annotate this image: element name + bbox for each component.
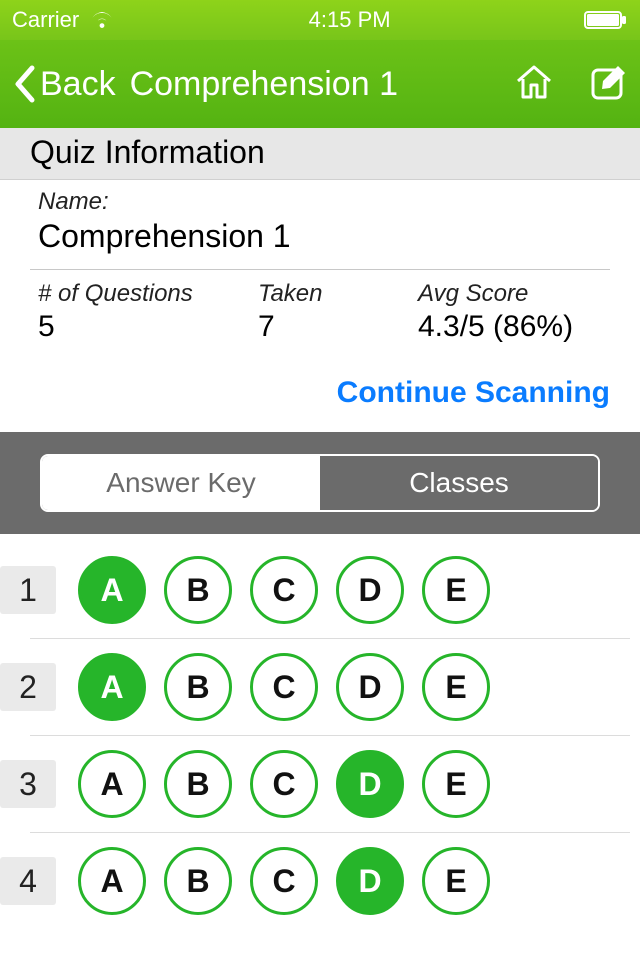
- compose-icon[interactable]: [590, 63, 628, 106]
- question-number: 4: [0, 857, 56, 905]
- answer-bubble-a[interactable]: A: [78, 750, 146, 818]
- section-header: Quiz Information: [0, 128, 640, 180]
- answer-row: 3ABCDE: [30, 736, 630, 833]
- status-bar: Carrier 4:15 PM: [0, 0, 640, 40]
- quiz-name: Comprehension 1: [38, 218, 610, 255]
- question-number: 3: [0, 760, 56, 808]
- answer-bubble-c[interactable]: C: [250, 556, 318, 624]
- answer-bubble-b[interactable]: B: [164, 556, 232, 624]
- answer-bubble-a[interactable]: A: [78, 653, 146, 721]
- stat-questions-value: 5: [38, 310, 238, 344]
- answer-options: ABCDE: [78, 556, 490, 624]
- battery-icon: [584, 10, 628, 30]
- answer-bubble-a[interactable]: A: [78, 847, 146, 915]
- answer-bubble-b[interactable]: B: [164, 847, 232, 915]
- answer-row: 4ABCDE: [30, 833, 630, 929]
- answer-bubble-e[interactable]: E: [422, 556, 490, 624]
- tab-answer-key[interactable]: Answer Key: [42, 456, 320, 510]
- clock: 4:15 PM: [309, 7, 391, 33]
- nav-bar: Back Comprehension 1: [0, 40, 640, 128]
- stat-questions-label: # of Questions: [38, 280, 238, 308]
- stat-avg-value: 4.3/5 (86%): [418, 310, 573, 344]
- home-icon[interactable]: [514, 63, 554, 106]
- answer-bubble-c[interactable]: C: [250, 847, 318, 915]
- answer-bubble-e[interactable]: E: [422, 847, 490, 915]
- back-button[interactable]: Back: [12, 64, 116, 104]
- answer-bubble-d[interactable]: D: [336, 653, 404, 721]
- segmented-control: Answer Key Classes: [40, 454, 600, 512]
- back-label: Back: [40, 65, 116, 104]
- answer-options: ABCDE: [78, 653, 490, 721]
- stat-avg-label: Avg Score: [418, 280, 573, 308]
- answer-bubble-d[interactable]: D: [336, 847, 404, 915]
- answer-bubble-b[interactable]: B: [164, 653, 232, 721]
- answer-bubble-e[interactable]: E: [422, 750, 490, 818]
- answer-bubble-c[interactable]: C: [250, 653, 318, 721]
- answer-bubble-b[interactable]: B: [164, 750, 232, 818]
- question-number: 2: [0, 663, 56, 711]
- answer-row: 1ABCDE: [30, 542, 630, 639]
- wifi-icon: [89, 10, 115, 30]
- quiz-info-panel: Name: Comprehension 1 # of Questions 5 T…: [0, 180, 640, 358]
- answer-bubble-d[interactable]: D: [336, 750, 404, 818]
- answer-row: 2ABCDE: [30, 639, 630, 736]
- stat-taken-value: 7: [258, 310, 398, 344]
- answer-bubble-e[interactable]: E: [422, 653, 490, 721]
- name-label: Name:: [38, 188, 610, 216]
- answer-bubble-c[interactable]: C: [250, 750, 318, 818]
- answer-options: ABCDE: [78, 847, 490, 915]
- page-title: Comprehension 1: [130, 65, 514, 104]
- answer-key-list: 1ABCDE2ABCDE3ABCDE4ABCDE: [0, 534, 640, 929]
- segmented-container: Answer Key Classes: [0, 432, 640, 534]
- continue-scanning-link[interactable]: Continue Scanning: [0, 358, 640, 432]
- tab-classes[interactable]: Classes: [320, 456, 598, 510]
- chevron-left-icon: [12, 64, 36, 104]
- carrier-label: Carrier: [12, 7, 79, 33]
- answer-bubble-a[interactable]: A: [78, 556, 146, 624]
- answer-bubble-d[interactable]: D: [336, 556, 404, 624]
- divider: [30, 269, 610, 270]
- question-number: 1: [0, 566, 56, 614]
- answer-options: ABCDE: [78, 750, 490, 818]
- stat-taken-label: Taken: [258, 280, 398, 308]
